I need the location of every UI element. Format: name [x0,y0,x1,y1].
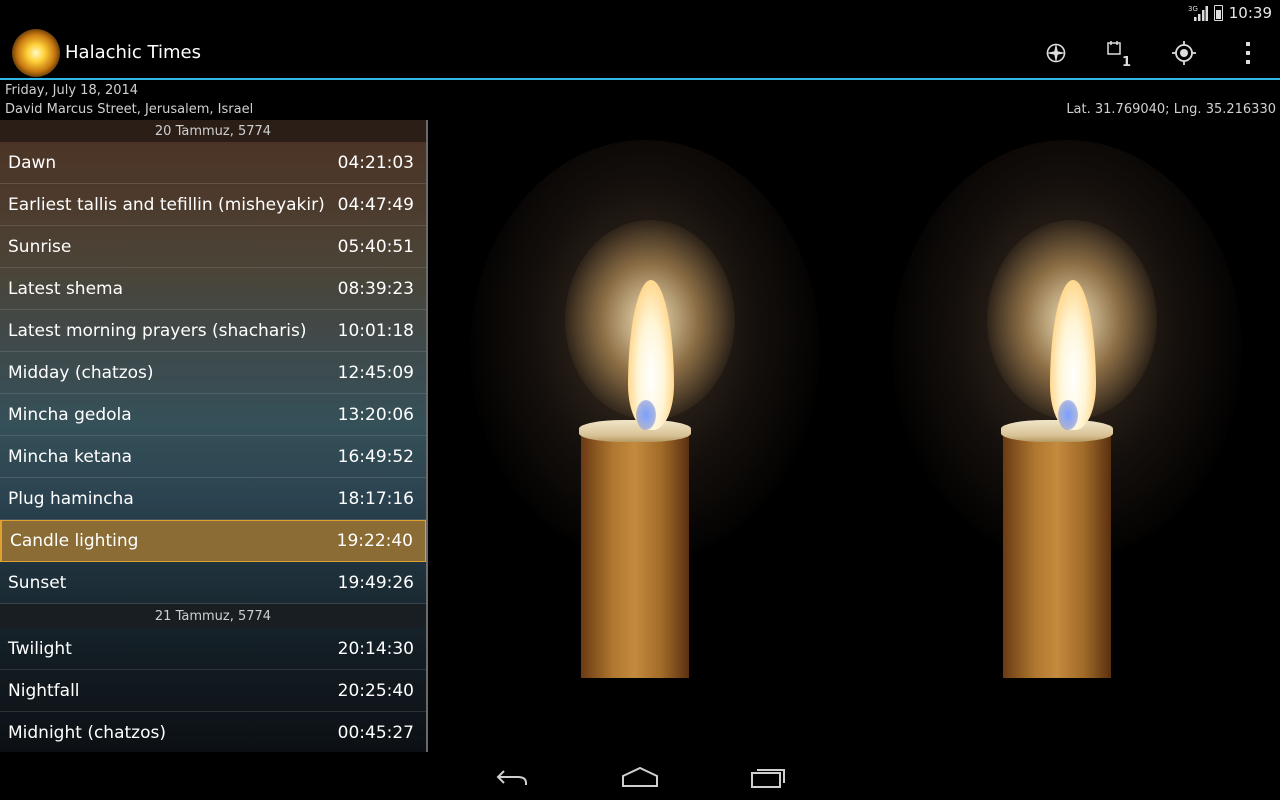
time-row-midday[interactable]: Midday (chatzos) 12:45:09 [0,352,426,394]
time-label: Latest shema [8,278,124,299]
time-label: Midday (chatzos) [8,362,154,383]
time-label: Mincha gedola [8,404,132,425]
time-row-sunrise[interactable]: Sunrise 05:40:51 [0,226,426,268]
time-label: Latest morning prayers (shacharis) [8,320,307,341]
candle-top [1001,420,1113,442]
flame-base [1058,400,1078,430]
date-picker-button[interactable]: 1 [1100,35,1136,71]
time-label: Candle lighting [10,531,139,551]
compass-icon [1046,43,1066,63]
time-value: 18:17:16 [337,488,414,509]
time-row-latest-shema[interactable]: Latest shema 08:39:23 [0,268,426,310]
time-value: 00:45:27 [337,723,414,743]
time-value: 13:20:06 [337,404,414,425]
time-row-dawn[interactable]: Dawn 04:21:03 [0,142,426,184]
time-row-plug-hamincha[interactable]: Plug hamincha 18:17:16 [0,478,426,520]
time-value: 04:21:03 [337,152,414,173]
overflow-menu-icon [1246,42,1250,64]
gregorian-date: Friday, July 18, 2014 [5,83,139,98]
hebrew-date-header: 21 Tammuz, 5774 [0,604,426,628]
time-label: Plug hamincha [8,488,134,509]
location-address: David Marcus Street, Jerusalem, Israel [5,102,254,117]
background-candles-image [430,120,1280,752]
time-label: Midnight (chatzos) [8,723,166,743]
status-bar: 3G 10:39 [0,0,1280,25]
time-label: Sunset [8,572,67,593]
time-row-mincha-ketana[interactable]: Mincha ketana 16:49:52 [0,436,426,478]
overflow-menu-button[interactable] [1230,35,1266,71]
action-bar: Halachic Times 1 [0,25,1280,80]
time-row-midnight[interactable]: Midnight (chatzos) 00:45:27 [0,712,426,754]
time-value: 05:40:51 [337,236,414,257]
flame-base [636,400,656,430]
navigation-bar [0,752,1280,800]
time-row-twilight[interactable]: Twilight 20:14:30 [0,628,426,670]
app-title: Halachic Times [65,42,201,63]
calendar-date-icon: 1 [1107,41,1131,68]
back-icon [496,770,527,785]
compass-button[interactable] [1038,35,1074,71]
candle [579,420,691,678]
home-button[interactable] [610,760,670,794]
status-time: 10:39 [1228,3,1272,22]
hebrew-date-header: 20 Tammuz, 5774 [0,120,426,142]
location-coordinates: Lat. 31.769040; Lng. 35.216330 [1066,102,1276,117]
time-label: Twilight [8,638,72,659]
signal-icon: 3G [1188,4,1208,22]
back-button[interactable] [482,760,542,794]
time-value: 19:22:40 [336,531,413,551]
time-row-shacharis[interactable]: Latest morning prayers (shacharis) 10:01… [0,310,426,352]
time-label: Mincha ketana [8,446,133,467]
time-row-sunset[interactable]: Sunset 19:49:26 [0,562,426,604]
time-label: Earliest tallis and tefillin (misheyakir… [8,194,325,215]
location-button[interactable] [1166,35,1202,71]
network-type: 3G [1188,5,1198,13]
time-label: Dawn [8,152,57,173]
time-value: 20:25:40 [337,680,414,701]
candle-top [579,420,691,442]
home-icon [622,766,658,787]
time-label: Nightfall [8,680,80,701]
status-icons: 3G 10:39 [1188,0,1272,25]
time-row-mincha-gedola[interactable]: Mincha gedola 13:20:06 [0,394,426,436]
my-location-icon [1172,41,1196,65]
time-row-candle-lighting[interactable]: Candle lighting 19:22:40 [0,520,426,562]
recent-apps-button[interactable] [738,760,798,794]
time-value: 12:45:09 [337,362,414,383]
time-row-misheyakir[interactable]: Earliest tallis and tefillin (misheyakir… [0,184,426,226]
time-value: 04:47:49 [337,194,414,215]
time-value: 10:01:18 [337,320,414,341]
time-value: 16:49:52 [337,446,414,467]
candle [1001,420,1113,678]
time-label: Sunrise [8,236,72,257]
calendar-day-number: 1 [1122,55,1131,68]
app-logo-icon[interactable] [12,29,60,77]
recent-apps-icon [751,769,785,788]
battery-icon [1213,4,1223,21]
time-row-nightfall[interactable]: Nightfall 20:25:40 [0,670,426,712]
time-value: 08:39:23 [337,278,414,299]
halachic-times-list[interactable]: 20 Tammuz, 5774 Dawn 04:21:03 Earliest t… [0,120,428,752]
time-value: 19:49:26 [337,572,414,593]
time-value: 20:14:30 [337,638,414,659]
